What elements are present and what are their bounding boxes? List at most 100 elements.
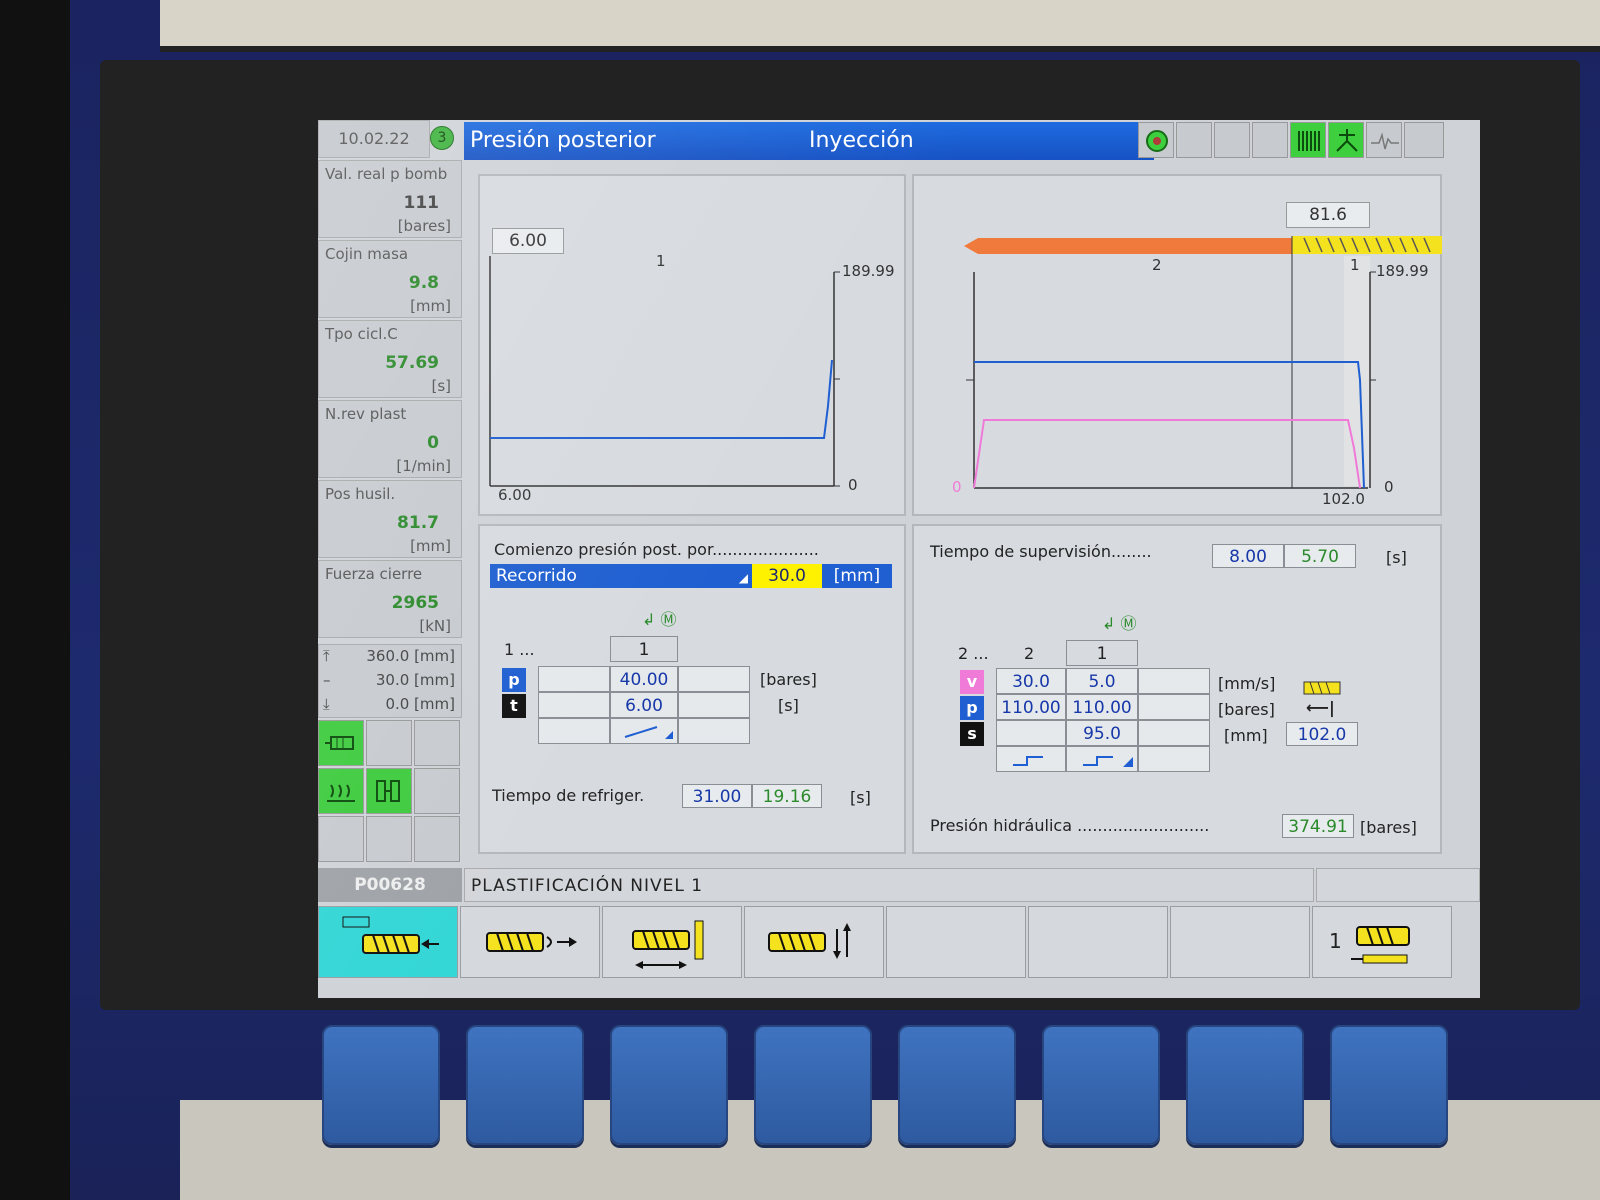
clamp-force-readout: Fuerza cierre 2965 [kN] <box>318 560 462 638</box>
status-grid-cell[interactable] <box>366 720 412 766</box>
start-value-input[interactable]: 30.0 <box>752 564 822 588</box>
arrow-up-limit-icon: ⤒ <box>323 647 330 665</box>
readout-value: 0 <box>427 433 439 453</box>
title-bar: Presión posterior Inyección <box>464 122 1154 160</box>
softkey-injection-unit[interactable] <box>744 906 884 978</box>
pressure-stage-1-input[interactable]: 110.00 <box>1066 694 1138 720</box>
readout-label: N.rev plast <box>325 405 407 423</box>
velocity-stage-1-input[interactable]: 5.0 <box>1066 668 1138 694</box>
stage-column-header: 1 <box>610 636 678 662</box>
program-code: P00628 <box>318 868 462 902</box>
hydraulic-unit: [bares] <box>1360 818 1417 837</box>
pressure-cell-empty[interactable] <box>678 666 750 692</box>
status-grid-cell[interactable] <box>414 720 460 766</box>
ramp-profile-icon[interactable] <box>610 718 678 744</box>
page-section: Inyección <box>809 128 914 153</box>
top-label-strip <box>160 0 1600 52</box>
network-icon[interactable] <box>1328 122 1364 158</box>
pressure-cell-empty[interactable] <box>1138 694 1210 720</box>
y-axis-min-left: 0 <box>952 478 962 496</box>
status-grid-cell[interactable] <box>414 768 460 814</box>
profile-cell-empty[interactable] <box>678 718 750 744</box>
readout-unit: [kN] <box>419 617 451 635</box>
bezel-left-edge <box>0 0 70 1200</box>
signal-curve-icon[interactable] <box>1366 122 1402 158</box>
pressure-stage-2-input[interactable]: 110.00 <box>996 694 1066 720</box>
readout-unit: [mm] <box>410 297 451 315</box>
hardware-key-4[interactable] <box>754 1025 872 1145</box>
start-unit: [mm] <box>822 564 892 588</box>
profile-cell-empty[interactable] <box>538 718 610 744</box>
screen-status-title: PLASTIFICACIÓN NIVEL 1 <box>464 868 1314 902</box>
header-slot-1[interactable] <box>1176 122 1212 158</box>
hardware-key-1[interactable] <box>322 1025 440 1145</box>
heating-icon[interactable] <box>318 768 364 814</box>
velocity-badge: v <box>960 670 984 694</box>
header-slot-4[interactable] <box>1404 122 1444 158</box>
status-grid-cell[interactable] <box>318 816 364 862</box>
readout-value: 9.8 <box>408 273 439 293</box>
softkey-number: 1 <box>1329 929 1342 953</box>
softkey-plastification[interactable] <box>460 906 600 978</box>
barcode-icon[interactable] <box>1290 122 1326 158</box>
cooling-time-set[interactable]: 31.00 <box>682 784 752 808</box>
holding-time-input[interactable]: 6.00 <box>610 692 678 718</box>
softkey-level-select[interactable]: 1 <box>1312 906 1452 978</box>
hardware-key-8[interactable] <box>1330 1025 1448 1145</box>
stroke-stage-1-input[interactable]: 95.0 <box>1066 720 1138 746</box>
time-cell-empty[interactable] <box>678 692 750 718</box>
arrow-down-limit-icon: ⤓ <box>323 695 330 713</box>
softkey-injection[interactable] <box>318 906 458 978</box>
readout-label: Pos husil. <box>325 485 396 503</box>
status-grid-cell[interactable] <box>414 816 460 862</box>
time-cell-empty[interactable] <box>538 692 610 718</box>
step-profile-icon[interactable] <box>996 746 1066 772</box>
cooling-label: Tiempo de refriger. <box>492 786 645 805</box>
status-grid-cell[interactable] <box>366 816 412 862</box>
stroke-stage-2-input[interactable] <box>996 720 1066 746</box>
hardware-key-7[interactable] <box>1186 1025 1304 1145</box>
readout-unit: [1/min] <box>396 457 451 475</box>
screw-position-box: 81.6 <box>1286 202 1370 228</box>
stage-marker-2: 2 <box>1152 256 1162 274</box>
mold-icon[interactable] <box>366 768 412 814</box>
readout-value: 57.69 <box>385 353 439 373</box>
header-slot-2[interactable] <box>1214 122 1250 158</box>
hardware-key-2[interactable] <box>466 1025 584 1145</box>
pressure-cell-empty[interactable] <box>538 666 610 692</box>
y-axis-min-right: 0 <box>1384 478 1394 496</box>
softkey-empty-1[interactable] <box>886 906 1026 978</box>
cooling-time-actual: 19.16 <box>752 784 822 808</box>
cycle-time-readout: Tpo cicl.C 57.69 [s] <box>318 320 462 398</box>
readout-label: Tpo cicl.C <box>325 325 398 343</box>
profile-cell-empty[interactable] <box>1138 746 1210 772</box>
injection-graph: 81.6 2 1 189.99 0 0 102.0 <box>912 174 1442 516</box>
softkey-empty-3[interactable] <box>1170 906 1310 978</box>
holding-pressure-input[interactable]: 40.00 <box>610 666 678 692</box>
status-extra <box>1316 868 1480 902</box>
softkey-empty-2[interactable] <box>1028 906 1168 978</box>
hardware-key-3[interactable] <box>610 1025 728 1145</box>
velocity-cell-empty[interactable] <box>1138 668 1210 694</box>
x-axis-label: 102.0 <box>1322 490 1365 508</box>
readout-unit: [mm] <box>410 537 451 555</box>
stroke-cell-empty[interactable] <box>1138 720 1210 746</box>
position-summary: ⤒ 360.0 [mm] – 30.0 [mm] ⤓ 0.0 [mm] <box>318 644 462 718</box>
status-number-badge: 3 <box>430 126 454 150</box>
supervision-time-set[interactable]: 8.00 <box>1212 544 1284 568</box>
nozzle-icon[interactable] <box>318 720 364 766</box>
alarm-status-icon[interactable] <box>1138 122 1174 158</box>
position-top: 360.0 [mm] <box>366 647 455 665</box>
position-bottom: 0.0 [mm] <box>385 695 455 713</box>
switchover-position-input[interactable]: 102.0 <box>1286 722 1358 746</box>
step-profile-icon[interactable] <box>1066 746 1138 772</box>
velocity-stage-2-input[interactable]: 30.0 <box>996 668 1066 694</box>
date-display: 10.02.22 <box>318 120 430 158</box>
hardware-key-6[interactable] <box>1042 1025 1160 1145</box>
hardware-key-5[interactable] <box>898 1025 1016 1145</box>
hydraulic-pressure-actual: 374.91 <box>1282 814 1354 838</box>
start-mode-select[interactable]: Recorrido ◢ <box>490 564 752 588</box>
readout-unit: [bares] <box>397 217 451 235</box>
header-slot-3[interactable] <box>1252 122 1288 158</box>
softkey-nozzle-contact[interactable] <box>602 906 742 978</box>
